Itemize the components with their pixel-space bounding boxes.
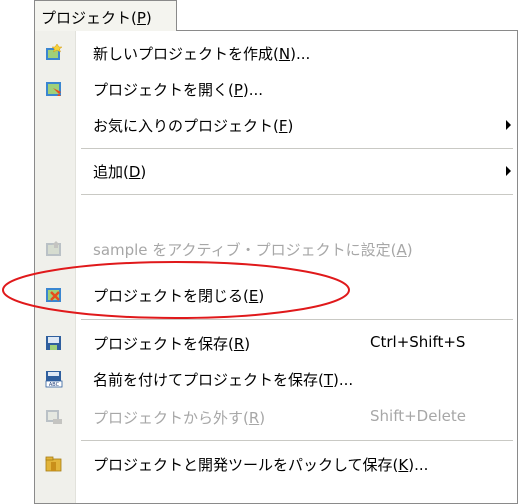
- menu-item-label: sample をアクティブ・プロジェクトに設定(: [93, 241, 397, 259]
- menu-item-favorite-projects[interactable]: お気に入りのプロジェクト(F): [35, 107, 517, 143]
- menu-item-shortcut: Ctrl+Shift+S: [370, 333, 466, 351]
- menu-item-close-project[interactable]: プロジェクトを閉じる(E): [35, 277, 517, 313]
- menu-item-access-key: P: [233, 81, 243, 99]
- save-project-icon: [46, 336, 61, 350]
- menu-item-tail: ): [287, 117, 294, 135]
- menu-separator: [81, 319, 513, 320]
- svg-text:ABC: ABC: [49, 382, 60, 388]
- remove-project-icon: [46, 410, 62, 424]
- menu-item-tail: )...: [290, 45, 311, 63]
- menu-item-access-key: N: [278, 45, 291, 63]
- menu-item-open-project[interactable]: プロジェクトを開く(P)...: [35, 71, 517, 107]
- menu-item-tail: )...: [333, 371, 354, 389]
- menu-item-remove-from-project[interactable]: プロジェクトから外す(R) Shift+Delete: [35, 399, 517, 435]
- new-project-icon: [46, 44, 63, 60]
- menu-item-label: 追加(: [93, 163, 129, 181]
- project-dropdown-menu: 新しいプロジェクトを作成(N)... プロジェクトを開く(P)... お気に入り…: [34, 30, 518, 504]
- menu-item-shortcut: Shift+Delete: [370, 407, 466, 425]
- menu-item-label: 名前を付けてプロジェクトを保存(: [93, 371, 324, 389]
- submenu-arrow-icon: [506, 166, 511, 176]
- menu-item-label: プロジェクトを保存(: [93, 335, 234, 353]
- menu-item-access-key: T: [323, 371, 334, 389]
- menu-item-add[interactable]: 追加(D): [35, 153, 517, 189]
- menu-title-end: ): [145, 9, 152, 27]
- menu-item-tail: ): [244, 335, 251, 353]
- menu-item-tail: ): [140, 163, 147, 181]
- menu-project[interactable]: プロジェクト(P): [34, 0, 177, 31]
- menu-item-tail: )...: [242, 81, 264, 99]
- menu-item-access-key: D: [128, 163, 141, 181]
- menu-item-access-key: E: [248, 287, 259, 305]
- menu-item-tail: ): [258, 287, 265, 305]
- menu-item-set-active-project[interactable]: sample をアクティブ・プロジェクトに設定(A): [35, 231, 517, 267]
- menu-item-tail: ): [406, 241, 413, 259]
- save-as-icon: ABC: [45, 371, 63, 388]
- open-project-icon: [46, 82, 61, 96]
- menu-item-label: 新しいプロジェクトを作成(: [93, 45, 279, 63]
- menu-separator: [81, 194, 513, 195]
- menu-separator: [81, 440, 513, 441]
- set-active-project-icon: [46, 241, 61, 256]
- menu-item-pack-and-save[interactable]: プロジェクトと開発ツールをパックして保存(K)...: [35, 446, 517, 482]
- close-project-icon: [46, 288, 61, 302]
- menu-item-access-key: R: [248, 409, 260, 427]
- menu-title-access-key: P: [136, 9, 146, 27]
- menu-item-tail: )...: [408, 456, 429, 474]
- menu-item-save-project-as[interactable]: ABC 名前を付けてプロジェクトを保存(T)...: [35, 361, 517, 397]
- menu-item-label: プロジェクトと開発ツールをパックして保存(: [93, 456, 399, 474]
- menu-separator: [81, 148, 513, 149]
- menu-item-new-project[interactable]: 新しいプロジェクトを作成(N)...: [35, 35, 517, 71]
- pack-save-icon: [45, 456, 62, 472]
- menu-item-save-project[interactable]: プロジェクトを保存(R) Ctrl+Shift+S: [35, 325, 517, 361]
- menu-item-access-key: K: [398, 456, 409, 474]
- submenu-arrow-icon: [506, 120, 511, 130]
- menu-item-label: プロジェクトから外す(: [93, 409, 249, 427]
- menu-item-access-key: R: [233, 335, 245, 353]
- menu-item-label: お気に入りのプロジェクト(: [93, 117, 279, 135]
- menu-item-tail: ): [259, 409, 266, 427]
- menu-item-label: プロジェクトを開く(: [93, 81, 234, 99]
- menu-item-access-key: A: [396, 241, 407, 259]
- menu-item-label: プロジェクトを閉じる(: [93, 287, 249, 305]
- menu-title-label: プロジェクト(: [41, 9, 137, 27]
- menu-item-access-key: F: [278, 117, 288, 135]
